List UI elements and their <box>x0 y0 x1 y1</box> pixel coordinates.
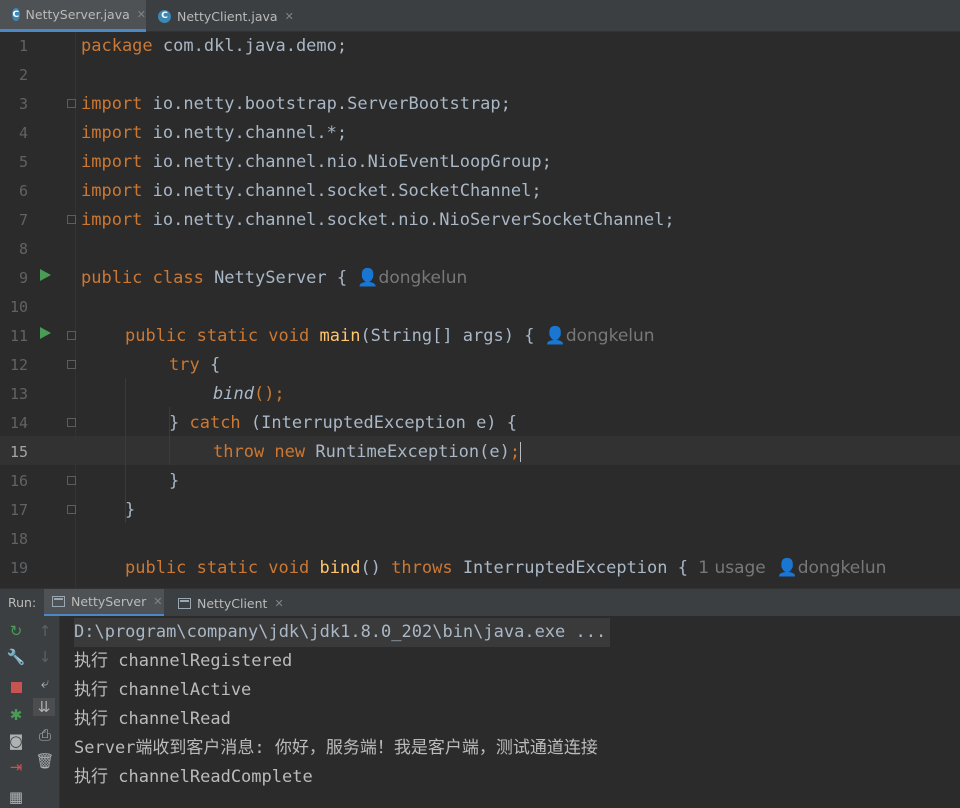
console-line: 执行 channelRead <box>74 709 231 729</box>
run-toolbar: ↻ 🔧 ✱ ◙ ⇥ ▦ ↑ ↓ ⤶ ⇊ ⎙ 🗑 <box>0 616 60 808</box>
fold-icon[interactable] <box>67 360 76 369</box>
line-number: 8 <box>18 240 28 258</box>
close-icon[interactable]: ✕ <box>153 595 162 608</box>
run-tab-nettyserver[interactable]: NettyServer ✕ <box>44 589 164 617</box>
code-line: } catch (InterruptedException e) { <box>169 413 518 433</box>
fold-icon[interactable] <box>67 418 76 427</box>
usages-inlay[interactable]: 1 usage <box>698 558 766 578</box>
run-label: Run: <box>8 595 37 610</box>
user-icon: 👤 <box>357 268 379 288</box>
line-number: 19 <box>9 559 28 577</box>
line-number: 1 <box>18 37 28 55</box>
author-inlay[interactable]: 👤dongkelun <box>545 326 655 346</box>
tab-nettyclient-java[interactable]: C NettyClient.java ✕ <box>146 0 296 32</box>
fold-icon[interactable] <box>67 476 76 485</box>
line-number: 3 <box>18 95 28 113</box>
author-inlay[interactable]: 👤dongkelun <box>357 268 467 288</box>
console-command-line[interactable]: D:\program\company\jdk\jdk1.8.0_202\bin\… <box>74 618 611 647</box>
close-icon[interactable]: ✕ <box>274 597 283 610</box>
rerun-icon[interactable]: ↻ <box>6 622 26 640</box>
exit-icon[interactable]: ⇥ <box>6 758 26 776</box>
run-toolwindow-header: Run: NettyServer ✕ NettyClient ✕ <box>0 588 960 617</box>
code-line: package com.dkl.java.demo; <box>81 36 348 56</box>
code-line: import io.netty.bootstrap.ServerBootstra… <box>81 94 511 114</box>
code-line: public static void bind() throws Interru… <box>125 558 887 578</box>
close-icon[interactable]: ✕ <box>137 8 146 21</box>
line-number-current: 15 <box>9 443 28 461</box>
tab-label: NettyClient.java <box>177 8 278 24</box>
line-number: 6 <box>18 182 28 200</box>
author-inlay[interactable]: 👤dongkelun <box>777 558 887 578</box>
run-tab-nettyclient[interactable]: NettyClient ✕ <box>170 589 290 617</box>
line-number: 18 <box>9 530 28 548</box>
tab-label: NettyServer.java <box>25 7 130 22</box>
code-line: public static void main(String[] args) {… <box>125 326 655 346</box>
code-editor[interactable]: 1 2 3 4 5 6 7 8 9 10 11 12 13 14 15 16 1… <box>0 32 960 588</box>
console-line: 执行 channelActive <box>74 680 252 700</box>
debug-icon[interactable]: ✱ <box>6 706 26 724</box>
fold-icon[interactable] <box>67 215 76 224</box>
soft-wrap-icon[interactable]: ⤶ <box>35 674 55 692</box>
code-line: import io.netty.channel.*; <box>81 123 348 143</box>
console-output[interactable]: D:\program\company\jdk\jdk1.8.0_202\bin\… <box>60 616 960 808</box>
down-arrow-icon[interactable]: ↓ <box>35 648 55 666</box>
code-line: import io.netty.channel.socket.nio.NioSe… <box>81 210 675 230</box>
print-icon[interactable]: ⎙ <box>35 726 55 744</box>
fold-icon[interactable] <box>67 505 76 514</box>
line-number: 9 <box>18 269 28 287</box>
console-line: 执行 channelRegistered <box>74 651 293 671</box>
code-line: try { <box>169 355 221 375</box>
line-number: 2 <box>18 66 28 84</box>
code-line: bind(); <box>213 384 285 404</box>
up-arrow-icon[interactable]: ↑ <box>35 622 55 640</box>
code-line: public class NettyServer { 👤dongkelun <box>81 268 468 288</box>
run-gutter-icon[interactable] <box>40 269 51 281</box>
line-number: 4 <box>18 124 28 142</box>
code-line: } <box>125 500 136 520</box>
scroll-to-end-icon[interactable]: ⇊ <box>33 698 55 716</box>
tab-nettyserver-java[interactable]: C NettyServer.java ✕ <box>0 0 146 32</box>
line-number: 13 <box>9 385 28 403</box>
stop-icon[interactable] <box>6 679 26 697</box>
line-number: 12 <box>9 356 28 374</box>
console-line: Server端收到客户消息: 你好，服务端！我是客户端，测试通道连接 <box>74 738 598 758</box>
wrench-icon[interactable]: 🔧 <box>6 648 26 666</box>
code-line: import io.netty.channel.socket.SocketCha… <box>81 181 542 201</box>
code-line: } <box>169 471 180 491</box>
run-gutter-icon[interactable] <box>40 327 51 339</box>
line-number: 14 <box>9 414 28 432</box>
editor-tab-bar: C NettyServer.java ✕ C NettyClient.java … <box>0 0 960 32</box>
console-line: 执行 channelReadComplete <box>74 767 313 787</box>
text-cursor <box>520 442 522 462</box>
camera-icon[interactable]: ◙ <box>6 732 26 750</box>
line-number: 16 <box>9 472 28 490</box>
run-config-icon <box>52 596 65 607</box>
run-config-icon <box>178 597 191 609</box>
line-number: 7 <box>18 211 28 229</box>
line-number: 17 <box>9 501 28 519</box>
line-number: 10 <box>9 298 28 316</box>
close-icon[interactable]: ✕ <box>285 10 294 23</box>
line-number: 11 <box>9 327 28 345</box>
fold-icon[interactable] <box>67 331 76 340</box>
trash-icon[interactable]: 🗑 <box>35 752 55 770</box>
user-icon: 👤 <box>776 558 798 578</box>
code-line-current: throw new RuntimeException(e); <box>213 442 522 462</box>
java-class-icon: C <box>158 9 171 23</box>
user-icon: 👤 <box>544 326 566 346</box>
java-class-icon: C <box>12 8 20 21</box>
code-line: import io.netty.channel.nio.NioEventLoop… <box>81 152 552 172</box>
fold-icon[interactable] <box>67 99 76 108</box>
layout-icon[interactable]: ▦ <box>6 788 26 806</box>
line-number: 5 <box>18 153 28 171</box>
